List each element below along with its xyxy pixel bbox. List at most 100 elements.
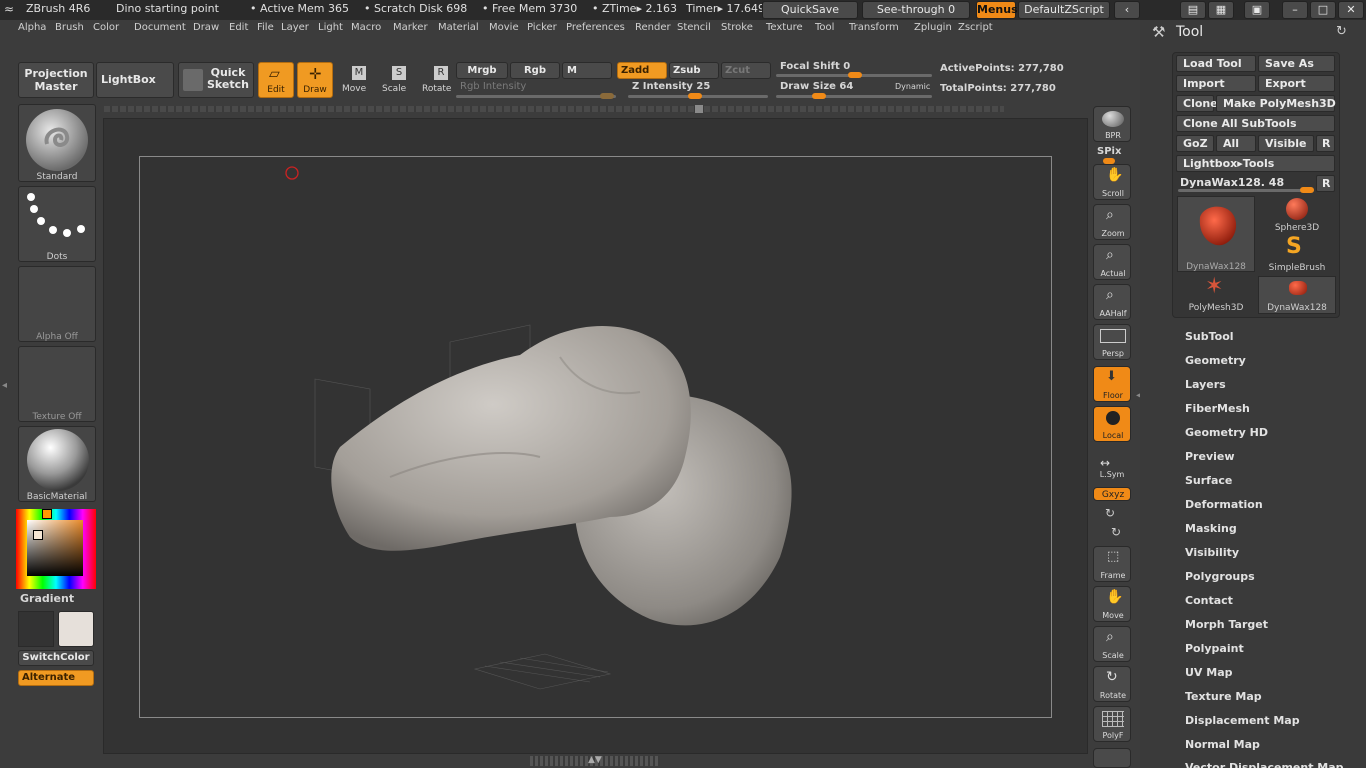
scroll-left-icon[interactable]: ‹ xyxy=(1114,1,1140,19)
make-polymesh3d-button[interactable]: Make PolyMesh3D xyxy=(1216,95,1336,112)
secondary-color-swatch[interactable] xyxy=(18,611,54,647)
clone-all-subtools-button[interactable]: Clone All SubTools xyxy=(1176,115,1335,132)
shelf-handle-icon[interactable] xyxy=(695,105,703,113)
menus-button[interactable]: Menus xyxy=(976,1,1018,19)
stroke-tile[interactable]: Dots xyxy=(18,186,96,262)
menu-tool[interactable]: Tool xyxy=(815,22,834,33)
goz-button[interactable]: GoZ xyxy=(1176,135,1214,152)
top-shelf-divider[interactable] xyxy=(104,106,1004,112)
menu-draw[interactable]: Draw xyxy=(193,22,219,33)
tool-palette-title[interactable]: Tool xyxy=(1176,24,1203,40)
menu-edit[interactable]: Edit xyxy=(229,22,248,33)
refresh-icon[interactable]: ↻ xyxy=(1336,24,1347,39)
menu-document[interactable]: Document xyxy=(134,22,186,33)
section-polypaint[interactable]: Polypaint xyxy=(1185,642,1244,655)
menu-macro[interactable]: Macro xyxy=(351,22,381,33)
save-as-button[interactable]: Save As xyxy=(1258,55,1335,72)
aahalf-button[interactable]: ⌕ AAHalf xyxy=(1093,284,1131,320)
floor-button[interactable]: ⬇ Floor xyxy=(1093,366,1131,402)
rgb-intensity-knob[interactable] xyxy=(600,93,614,99)
quicksave-button[interactable]: QuickSave xyxy=(762,1,858,19)
menu-layer[interactable]: Layer xyxy=(281,22,309,33)
tool-thumb-dynawax-main[interactable]: DynaWax128 xyxy=(1177,196,1255,272)
menu-file[interactable]: File xyxy=(257,22,274,33)
alternate-button[interactable]: Alternate xyxy=(18,670,94,686)
dynamic-button[interactable]: Dynamic xyxy=(895,82,930,91)
section-texture-map[interactable]: Texture Map xyxy=(1185,690,1262,703)
clone-button[interactable]: Clone xyxy=(1176,95,1218,112)
bpr-button[interactable]: BPR xyxy=(1093,106,1131,142)
tool-thumb-polymesh3d[interactable]: ✶ PolyMesh3D xyxy=(1177,274,1255,314)
section-contact[interactable]: Contact xyxy=(1185,594,1233,607)
lightbox-button[interactable]: LightBox xyxy=(96,62,174,98)
menu-render[interactable]: Render xyxy=(635,22,671,33)
main-color-swatch[interactable] xyxy=(58,611,94,647)
texture-tile[interactable]: Texture Off xyxy=(18,346,96,422)
menu-stroke[interactable]: Stroke xyxy=(721,22,753,33)
zbrush-logo-icon[interactable]: ≈ xyxy=(4,2,14,16)
section-visibility[interactable]: Visibility xyxy=(1185,546,1239,559)
scroll-button[interactable]: ✋ Scroll xyxy=(1093,164,1131,200)
menu-movie[interactable]: Movie xyxy=(489,22,519,33)
menu-zplugin[interactable]: Zplugin xyxy=(914,22,952,33)
section-normal-map[interactable]: Normal Map xyxy=(1185,738,1260,751)
menu-zscript[interactable]: Zscript xyxy=(958,22,993,33)
current-tool-knob[interactable] xyxy=(1300,187,1314,193)
rgb-intensity-slider[interactable] xyxy=(456,95,616,98)
bottom-tray-arrow-icon[interactable]: ▲▼ xyxy=(588,755,602,765)
move-view-button[interactable]: ✋ Move xyxy=(1093,586,1131,622)
mrgb-button[interactable]: Mrgb xyxy=(456,62,508,79)
quick-sketch-button[interactable]: Quick Sketch xyxy=(178,62,254,98)
current-tool-slider[interactable] xyxy=(1178,189,1314,192)
grid-layout-icon[interactable]: ▦ xyxy=(1208,1,1234,19)
section-deformation[interactable]: Deformation xyxy=(1185,498,1263,511)
default-zscript-button[interactable]: DefaultZScript xyxy=(1018,1,1110,19)
sculpt-model[interactable] xyxy=(140,157,1051,717)
section-displacement-map[interactable]: Displacement Map xyxy=(1185,714,1300,727)
goz-r-button[interactable]: R xyxy=(1316,135,1335,152)
section-uv-map[interactable]: UV Map xyxy=(1185,666,1233,679)
menu-brush[interactable]: Brush xyxy=(55,22,84,33)
section-masking[interactable]: Masking xyxy=(1185,522,1237,535)
scale-button[interactable]: S Scale xyxy=(380,64,410,98)
zadd-button[interactable]: Zadd xyxy=(617,62,667,79)
switch-color-button[interactable]: SwitchColor xyxy=(18,650,94,666)
z-intensity-knob[interactable] xyxy=(688,93,702,99)
zcut-button[interactable]: Zcut xyxy=(721,62,771,79)
draw-size-slider[interactable] xyxy=(776,95,932,98)
rotate-button[interactable]: R Rotate xyxy=(420,64,454,98)
section-morph-target[interactable]: Morph Target xyxy=(1185,618,1268,631)
export-button[interactable]: Export xyxy=(1258,75,1335,92)
tool-thumb-simplebrush[interactable]: S SimpleBrush xyxy=(1258,234,1336,274)
xyz-button[interactable]: Gxyz xyxy=(1093,487,1131,501)
m-button[interactable]: M xyxy=(562,62,612,79)
layout-icon[interactable]: ▤ xyxy=(1180,1,1206,19)
maximize-icon[interactable]: □ xyxy=(1310,1,1336,19)
material-tile[interactable]: BasicMaterial xyxy=(18,426,96,502)
actual-button[interactable]: ⌕ Actual xyxy=(1093,244,1131,280)
menu-alpha[interactable]: Alpha xyxy=(18,22,46,33)
color-marker[interactable] xyxy=(33,530,43,540)
goz-all-button[interactable]: All xyxy=(1216,135,1256,152)
goz-visible-button[interactable]: Visible xyxy=(1258,135,1314,152)
zsub-button[interactable]: Zsub xyxy=(669,62,719,79)
persp-button[interactable]: Persp xyxy=(1093,324,1131,360)
section-subtool[interactable]: SubTool xyxy=(1185,330,1234,343)
rotate-view-button[interactable]: ↻ Rotate xyxy=(1093,666,1131,702)
section-polygroups[interactable]: Polygroups xyxy=(1185,570,1255,583)
alpha-tile[interactable]: Alpha Off xyxy=(18,266,96,342)
frame-button[interactable]: ⬚ Frame xyxy=(1093,546,1131,582)
section-layers[interactable]: Layers xyxy=(1185,378,1226,391)
draw-button[interactable]: ✛ Draw xyxy=(297,62,333,98)
section-geometry-hd[interactable]: Geometry HD xyxy=(1185,426,1268,439)
menu-transform[interactable]: Transform xyxy=(849,22,899,33)
focal-shift-knob[interactable] xyxy=(848,72,862,78)
rotate-axis-y-icon[interactable]: ↻ xyxy=(1105,506,1115,520)
projection-master-button[interactable]: Projection Master xyxy=(18,62,94,98)
section-surface[interactable]: Surface xyxy=(1185,474,1232,487)
scale-view-button[interactable]: ⌕ Scale xyxy=(1093,626,1131,662)
tool-thumb-dynawax-small[interactable]: DynaWax128 xyxy=(1258,276,1336,314)
zoom-button[interactable]: ⌕ Zoom xyxy=(1093,204,1131,240)
lightbox-tools-button[interactable]: Lightbox▸Tools xyxy=(1176,155,1335,172)
menu-marker[interactable]: Marker xyxy=(393,22,428,33)
